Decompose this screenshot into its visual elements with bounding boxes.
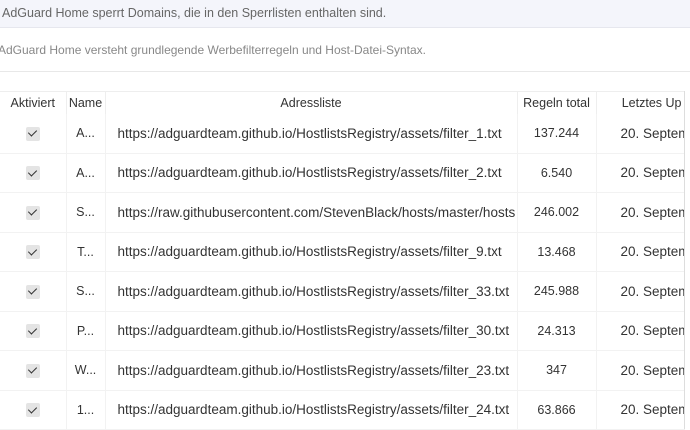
table-row: 1... https://adguardteam.github.io/Hostl…	[0, 390, 685, 430]
updated-cell: 20. September	[596, 390, 685, 430]
header-name[interactable]: Name	[66, 91, 106, 114]
rules-cell: 24.313	[517, 311, 597, 351]
name-cell: S...	[66, 271, 106, 312]
header-enabled[interactable]: Aktiviert	[0, 91, 67, 114]
name-cell: W...	[66, 350, 106, 391]
url-cell: https://adguardteam.github.io/HostlistsR…	[105, 311, 518, 351]
rules-cell: 245.988	[517, 271, 597, 312]
updated-cell: 20. September	[596, 271, 685, 312]
table-right-border	[684, 91, 685, 429]
url-cell: https://adguardteam.github.io/HostlistsR…	[105, 271, 518, 312]
name-cell: A...	[66, 153, 106, 193]
updated-cell: 20. September	[596, 350, 685, 391]
table-row: S... https://adguardteam.github.io/Hostl…	[0, 271, 685, 312]
url-cell: https://adguardteam.github.io/HostlistsR…	[105, 390, 518, 430]
enabled-checkbox[interactable]	[25, 284, 40, 299]
top-notice: AdGuard Home sperrt Domains, die in den …	[0, 0, 690, 28]
enabled-checkbox[interactable]	[25, 166, 40, 181]
table-header: Aktiviert Name Adressliste Regeln total …	[0, 91, 685, 114]
enabled-cell	[0, 350, 67, 391]
table-row: S... https://raw.githubusercontent.com/S…	[0, 192, 685, 233]
url-cell: https://adguardteam.github.io/HostlistsR…	[105, 153, 518, 193]
updated-cell: 20. September	[596, 113, 685, 154]
name-cell: T...	[66, 232, 106, 272]
url-cell: https://adguardteam.github.io/HostlistsR…	[105, 350, 518, 391]
table-row: W... https://adguardteam.github.io/Hostl…	[0, 350, 685, 391]
enabled-cell	[0, 113, 67, 154]
url-cell: https://adguardteam.github.io/HostlistsR…	[105, 232, 518, 272]
rules-cell: 137.244	[517, 113, 597, 154]
enabled-checkbox[interactable]	[25, 126, 40, 141]
enabled-cell	[0, 390, 67, 430]
header-rules[interactable]: Regeln total	[517, 91, 597, 114]
enabled-checkbox[interactable]	[25, 324, 40, 339]
enabled-cell	[0, 192, 67, 233]
header-url[interactable]: Adressliste	[105, 91, 518, 114]
updated-cell: 20. September	[596, 153, 685, 193]
divider	[0, 71, 690, 72]
enabled-checkbox[interactable]	[25, 245, 40, 260]
name-cell: S...	[66, 192, 106, 233]
enabled-cell	[0, 311, 67, 351]
table-row: A... https://adguardteam.github.io/Hostl…	[0, 153, 685, 193]
rules-cell: 13.468	[517, 232, 597, 272]
header-last-update[interactable]: Letztes Up	[596, 91, 685, 114]
rules-cell: 6.540	[517, 153, 597, 193]
enabled-cell	[0, 153, 67, 193]
table-row: A... https://adguardteam.github.io/Hostl…	[0, 113, 685, 154]
updated-cell: 20. September	[596, 232, 685, 272]
url-cell: https://adguardteam.github.io/HostlistsR…	[105, 113, 518, 154]
rules-cell: 246.002	[517, 192, 597, 233]
table-row: T... https://adguardteam.github.io/Hostl…	[0, 232, 685, 272]
enabled-cell	[0, 232, 67, 272]
name-cell: A...	[66, 113, 106, 154]
description-text: AdGuard Home versteht grundlegende Werbe…	[0, 43, 427, 57]
table-row: P... https://adguardteam.github.io/Hostl…	[0, 311, 685, 351]
enabled-cell	[0, 271, 67, 312]
updated-cell: 20. September	[596, 192, 685, 233]
name-cell: P...	[66, 311, 106, 351]
enabled-checkbox[interactable]	[25, 363, 40, 378]
rules-cell: 63.866	[517, 390, 597, 430]
updated-cell: 20. September	[596, 311, 685, 351]
top-notice-text: AdGuard Home sperrt Domains, die in den …	[2, 6, 387, 20]
enabled-checkbox[interactable]	[25, 205, 40, 220]
url-cell: https://raw.githubusercontent.com/Steven…	[105, 192, 518, 233]
filter-table: Aktiviert Name Adressliste Regeln total …	[0, 91, 685, 430]
rules-cell: 347	[517, 350, 597, 391]
name-cell: 1...	[66, 390, 106, 430]
enabled-checkbox[interactable]	[25, 403, 40, 418]
